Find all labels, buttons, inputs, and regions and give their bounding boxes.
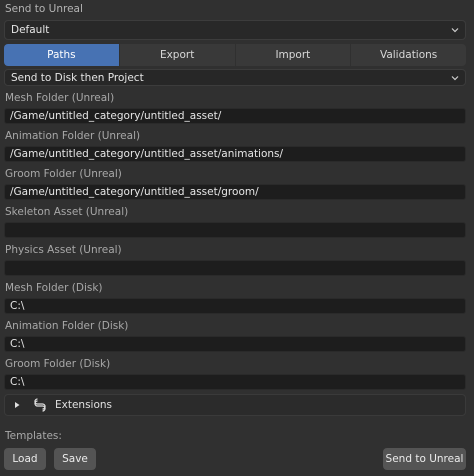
mesh-folder-unreal-label: Mesh Folder (Unreal) [5, 92, 115, 104]
tab-export[interactable]: Export [119, 44, 235, 66]
extensions-icon [34, 398, 46, 412]
templates-label: Templates: [5, 430, 62, 442]
animation-folder-disk-label: Animation Folder (Disk) [5, 320, 129, 332]
tab-paths[interactable]: Paths [4, 44, 119, 66]
mesh-folder-disk-input[interactable]: C:\ [4, 298, 466, 314]
skeleton-asset-unreal-input[interactable] [4, 222, 466, 238]
groom-folder-disk-label: Groom Folder (Disk) [5, 358, 111, 370]
extensions-panel-header[interactable]: Extensions [4, 394, 466, 416]
skeleton-asset-unreal-label: Skeleton Asset (Unreal) [5, 206, 129, 218]
animation-folder-disk-input[interactable]: C:\ [4, 336, 466, 352]
mesh-folder-disk-label: Mesh Folder (Disk) [5, 282, 103, 294]
animation-folder-unreal-input[interactable]: /Game/untitled_category/untitled_asset/a… [4, 146, 466, 162]
save-button[interactable]: Save [54, 448, 96, 470]
tab-validations[interactable]: Validations [351, 44, 466, 66]
tab-bar: Paths Export Import Validations [4, 44, 466, 66]
template-dropdown[interactable]: Default [4, 20, 466, 40]
physics-asset-unreal-label: Physics Asset (Unreal) [5, 244, 122, 256]
send-mode-value: Send to Disk then Project [11, 71, 144, 84]
expand-triangle-icon[interactable] [13, 401, 21, 409]
groom-folder-unreal-label: Groom Folder (Unreal) [5, 168, 122, 180]
groom-folder-unreal-input[interactable]: /Game/untitled_category/untitled_asset/g… [4, 184, 466, 200]
chevron-down-icon [451, 28, 459, 33]
send-mode-dropdown[interactable]: Send to Disk then Project [4, 69, 466, 86]
panel-title: Send to Unreal [5, 3, 83, 15]
physics-asset-unreal-input[interactable] [4, 260, 466, 276]
chevron-down-icon [451, 75, 459, 80]
template-dropdown-value: Default [11, 24, 50, 36]
mesh-folder-unreal-input[interactable]: /Game/untitled_category/untitled_asset/ [4, 108, 466, 124]
animation-folder-unreal-label: Animation Folder (Unreal) [5, 130, 141, 142]
send-to-unreal-button[interactable]: Send to Unreal [383, 448, 466, 470]
groom-folder-disk-input[interactable]: C:\ [4, 374, 466, 390]
send-to-unreal-panel: Send to Unreal Default Paths Export Impo… [0, 0, 474, 476]
load-button[interactable]: Load [4, 448, 46, 470]
tab-import[interactable]: Import [235, 44, 351, 66]
extensions-label: Extensions [55, 399, 113, 411]
